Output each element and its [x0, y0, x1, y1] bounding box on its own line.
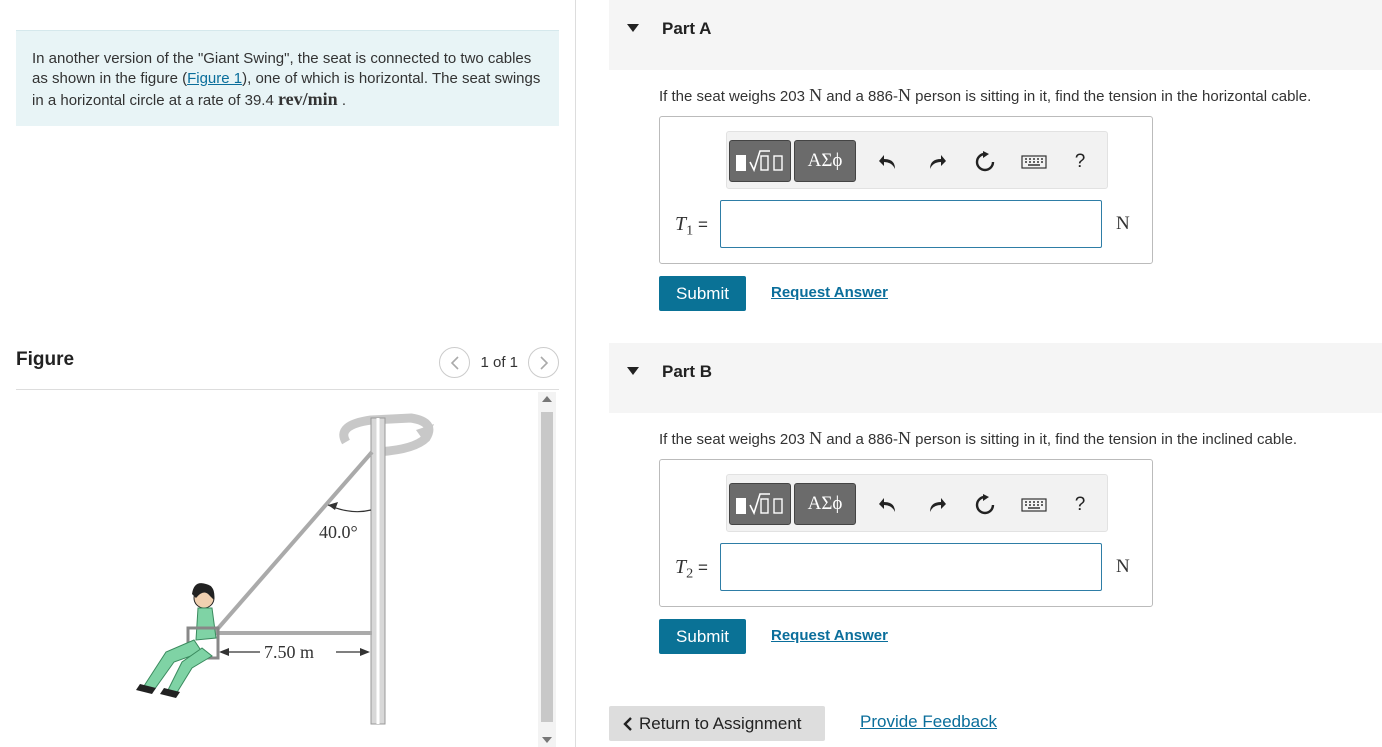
templates-button[interactable]: [729, 483, 791, 525]
problem-statement: In another version of the "Giant Swing",…: [16, 30, 559, 126]
answer-input-t2[interactable]: [720, 543, 1102, 591]
question-text: and a 886-: [822, 431, 899, 448]
templates-icon: [736, 150, 783, 173]
figure-title: Figure: [16, 349, 75, 370]
question-text: If the seat weighs 203: [659, 431, 810, 448]
figure-scrollbar[interactable]: [538, 392, 556, 747]
figure-image: 40.0° 7.50 m: [16, 390, 536, 747]
part-b-question: If the seat weighs 203 N and a 886-N per…: [659, 428, 1297, 449]
caret-down-icon: [627, 367, 639, 375]
chevron-left-icon: [623, 716, 632, 731]
part-b-title: Part B: [662, 362, 713, 381]
undo-icon[interactable]: [875, 149, 901, 175]
figure-header: Figure 1 of 1: [16, 345, 559, 390]
person-on-seat: [136, 583, 220, 698]
question-text: If the seat weighs 203: [659, 88, 810, 105]
redo-icon[interactable]: [924, 492, 950, 518]
answer-variable-label: T1 =: [675, 213, 708, 239]
greek-letters-button[interactable]: ΑΣϕ: [794, 140, 856, 182]
provide-feedback-link[interactable]: Provide Feedback: [860, 712, 997, 732]
answer-input-t1[interactable]: [720, 200, 1102, 248]
answer-variable-label: T2 =: [675, 556, 708, 582]
figure-link[interactable]: Figure 1: [187, 70, 242, 87]
part-a-answer-box: ΑΣϕ ? T1 = N: [659, 116, 1153, 264]
part-a-question: If the seat weighs 203 N and a 886-N per…: [659, 85, 1311, 106]
templates-icon: [736, 493, 783, 516]
variable-name: T: [675, 213, 687, 235]
chevron-left-icon: [450, 355, 459, 370]
request-answer-link-part-a[interactable]: Request Answer: [771, 284, 888, 301]
answer-unit: N: [1116, 213, 1130, 234]
next-figure-button[interactable]: [528, 347, 559, 378]
keyboard-icon[interactable]: [1019, 492, 1049, 518]
part-a-header[interactable]: Part A: [609, 0, 1382, 70]
reset-icon[interactable]: [972, 492, 998, 518]
distance-label: 7.50 m: [264, 642, 314, 662]
variable-subscript: 2: [686, 565, 694, 582]
prev-figure-button[interactable]: [439, 347, 471, 378]
column-divider: [575, 0, 576, 747]
angle-label: 40.0°: [319, 522, 358, 542]
question-text: person is sitting in it, find the tensio…: [911, 88, 1312, 105]
keyboard-icon[interactable]: [1019, 149, 1049, 175]
rotation-arrow-icon: [339, 413, 434, 457]
help-icon[interactable]: ?: [1067, 492, 1093, 518]
equals-sign: =: [697, 558, 708, 577]
templates-button[interactable]: [729, 140, 791, 182]
variable-subscript: 1: [686, 222, 694, 239]
inclined-cable: [212, 450, 374, 635]
math-toolbar: ΑΣϕ ?: [726, 474, 1108, 532]
chevron-right-icon: [539, 355, 548, 370]
question-text: and a 886-: [822, 88, 899, 105]
part-b-answer-box: ΑΣϕ ? T2 = N: [659, 459, 1153, 607]
question-text: person is sitting in it, find the tensio…: [911, 431, 1298, 448]
reset-icon[interactable]: [972, 149, 998, 175]
undo-icon[interactable]: [875, 492, 901, 518]
return-to-assignment-button[interactable]: Return to Assignment: [609, 706, 825, 741]
scroll-up-icon[interactable]: [542, 396, 552, 402]
caret-down-icon: [627, 24, 639, 32]
unit-text: N: [898, 428, 912, 448]
problem-text-3: .: [337, 92, 346, 109]
submit-button-part-a[interactable]: Submit: [659, 276, 746, 311]
help-icon[interactable]: ?: [1067, 149, 1093, 175]
unit-text: N: [809, 85, 823, 105]
math-toolbar: ΑΣϕ ?: [726, 131, 1108, 189]
unit-text: N: [898, 85, 912, 105]
variable-name: T: [675, 556, 687, 578]
answer-unit: N: [1116, 556, 1130, 577]
submit-button-part-b[interactable]: Submit: [659, 619, 746, 654]
rate-unit: rev/min: [277, 89, 338, 109]
equals-sign: =: [697, 215, 708, 234]
scroll-down-icon[interactable]: [542, 737, 552, 743]
unit-text: N: [809, 428, 823, 448]
giant-swing-diagram: 40.0° 7.50 m: [136, 413, 434, 725]
return-label: Return to Assignment: [639, 713, 802, 733]
scroll-thumb[interactable]: [541, 412, 553, 722]
part-a-title: Part A: [662, 19, 712, 38]
greek-letters-button[interactable]: ΑΣϕ: [794, 483, 856, 525]
redo-icon[interactable]: [924, 149, 950, 175]
request-answer-link-part-b[interactable]: Request Answer: [771, 627, 888, 644]
figure-pager: 1 of 1: [439, 347, 559, 378]
pager-text: 1 of 1: [480, 354, 518, 371]
part-b-header[interactable]: Part B: [609, 343, 1382, 413]
